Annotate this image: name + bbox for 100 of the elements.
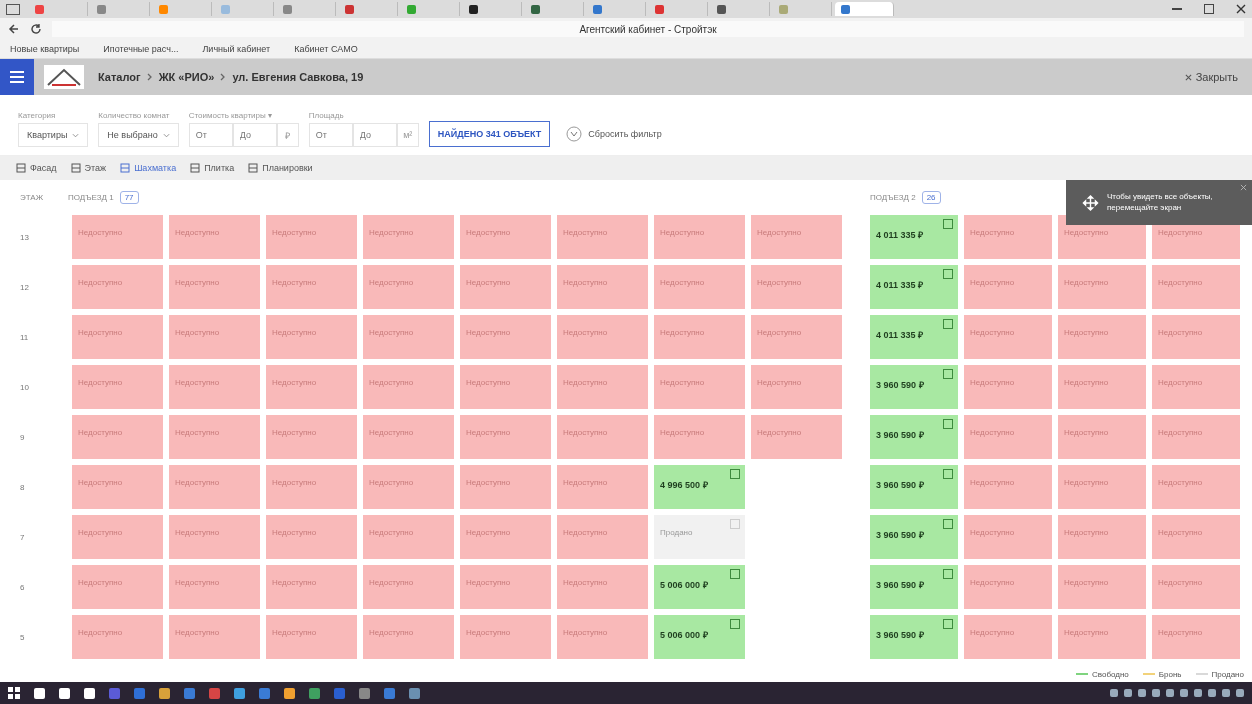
breadcrumb-link[interactable]: Каталог <box>98 71 141 83</box>
floorplan-icon <box>943 619 953 629</box>
floorplan-icon <box>730 619 740 629</box>
price-text: 3 960 590 ₽ <box>876 529 925 541</box>
breadcrumb-link[interactable]: ул. Евгения Савкова, 19 <box>232 71 364 83</box>
filter-label: Площадь <box>308 111 345 120</box>
price-text: 5 006 000 ₽ <box>660 579 709 591</box>
floorplan-icon <box>943 519 953 529</box>
logo-icon <box>44 65 84 89</box>
view-tab[interactable]: Фасад <box>14 161 59 175</box>
reload-icon[interactable] <box>30 23 42 35</box>
floor-number: 7 <box>20 532 26 542</box>
address-field[interactable]: Агентский кабинет - Стройтэк <box>52 21 1244 37</box>
site-icon <box>221 4 230 14</box>
hint-text: Чтобы увидеть все объекты, перемещайте экран <box>1107 192 1214 213</box>
legend-label: Бронь <box>1158 669 1182 679</box>
tabs-icon[interactable] <box>6 3 20 15</box>
price-text: 3 960 590 ₽ <box>876 629 925 641</box>
caret-icon <box>162 132 170 138</box>
site-icon <box>283 4 292 14</box>
from-field[interactable]: От <box>308 123 353 147</box>
site-icon <box>35 4 44 14</box>
view-tab[interactable]: Планировки <box>246 161 315 175</box>
count-badge: 26 <box>921 190 941 204</box>
apartment-cell[interactable]: 3 960 590 ₽ <box>870 365 958 409</box>
filter-label: Стоимость квартиры ▾ <box>188 111 273 120</box>
site-icon <box>717 4 726 14</box>
apartment-cell[interactable]: 4 011 335 ₽ <box>870 215 958 259</box>
view-icon <box>248 163 259 173</box>
legend-label: Свободно <box>1092 669 1129 679</box>
from-field[interactable]: От <box>188 123 233 147</box>
apartment-cell[interactable]: Продано <box>654 515 745 559</box>
close-icon[interactable] <box>1236 4 1246 14</box>
windows-icon[interactable] <box>8 687 20 699</box>
bookmark-link[interactable]: Новые квартиры <box>10 44 80 54</box>
apartment-cell[interactable]: 5 006 000 ₽ <box>654 615 745 659</box>
close-button[interactable]: Закрыть <box>1178 70 1244 84</box>
back-icon[interactable] <box>8 23 20 35</box>
apartment-cell[interactable]: 3 960 590 ₽ <box>870 415 958 459</box>
chevron-icon <box>146 73 153 81</box>
floor-number: 11 <box>20 332 30 342</box>
menu-button[interactable] <box>0 59 34 95</box>
floorplan-icon <box>730 569 740 579</box>
menu-icon <box>10 71 24 83</box>
taskbar-icon[interactable] <box>59 687 70 699</box>
bookmark-link[interactable]: Ипотечные расч... <box>103 44 179 54</box>
filter-label: Категория <box>18 111 57 120</box>
floorplan-icon <box>943 569 953 579</box>
price-text: 4 996 500 ₽ <box>660 479 709 491</box>
reset-button[interactable]: Сбросить фильтр <box>560 121 668 147</box>
to-field[interactable]: До <box>352 123 397 147</box>
status-text: Продано <box>660 528 694 537</box>
price-text: 3 960 590 ₽ <box>876 479 925 491</box>
apartment-cell[interactable]: 3 960 590 ₽ <box>870 615 958 659</box>
select-field[interactable]: Не выбрано <box>98 123 179 147</box>
reset-icon <box>566 126 583 142</box>
apartment-cell[interactable]: 3 960 590 ₽ <box>870 515 958 559</box>
floorplan-icon <box>730 469 740 479</box>
unit-label: м² <box>396 123 419 147</box>
floorplan-icon <box>943 219 953 229</box>
floor-number: 5 <box>20 632 26 642</box>
site-icon <box>159 4 168 14</box>
site-icon <box>97 4 106 14</box>
view-tab[interactable]: Плитка <box>188 161 237 175</box>
maximize-icon[interactable] <box>1204 4 1214 14</box>
close-icon <box>1184 73 1192 81</box>
apartment-cell[interactable]: 4 011 335 ₽ <box>870 315 958 359</box>
site-icon <box>469 4 478 14</box>
breadcrumb-link[interactable]: ЖК «РИО» <box>158 71 215 83</box>
view-icon <box>120 163 131 173</box>
site-icon <box>593 4 602 14</box>
select-field[interactable]: Квартиры <box>18 123 89 147</box>
floorplan-icon <box>943 369 953 379</box>
floorplan-icon <box>730 519 740 529</box>
taskbar-icon[interactable] <box>34 687 45 699</box>
floor-number: 12 <box>20 282 30 292</box>
view-tab[interactable]: Этаж <box>68 161 109 175</box>
price-text: 4 011 335 ₽ <box>876 279 925 291</box>
apartment-cell[interactable]: 5 006 000 ₽ <box>654 565 745 609</box>
apartment-cell[interactable]: 4 996 500 ₽ <box>654 465 745 509</box>
site-icon <box>531 4 540 14</box>
floorplan-icon <box>943 269 953 279</box>
apartment-cell[interactable]: 3 960 590 ₽ <box>870 465 958 509</box>
apartment-cell[interactable]: 3 960 590 ₽ <box>870 565 958 609</box>
found-button[interactable]: НАЙДЕНО 341 ОБЪЕКТ <box>428 121 551 147</box>
price-text: 3 960 590 ₽ <box>876 429 925 441</box>
taskbar-icon[interactable] <box>159 687 170 699</box>
entrance-heading: ПОДЪЕЗД 1 <box>68 192 114 202</box>
bookmark-link[interactable]: Кабинет САМО <box>294 44 358 54</box>
view-tab[interactable]: Шахматка <box>118 161 179 175</box>
unit-label: ₽ <box>276 123 299 147</box>
taskbar-icon[interactable] <box>284 687 295 699</box>
bookmark-link[interactable]: Личный кабинет <box>202 44 271 54</box>
caret-icon <box>72 132 80 138</box>
price-text: 3 960 590 ₽ <box>876 579 925 591</box>
taskbar-icon[interactable] <box>84 687 95 699</box>
apartment-cell[interactable]: 4 011 335 ₽ <box>870 265 958 309</box>
price-text: 5 006 000 ₽ <box>660 629 709 641</box>
site-icon <box>779 4 788 14</box>
to-field[interactable]: До <box>232 123 277 147</box>
